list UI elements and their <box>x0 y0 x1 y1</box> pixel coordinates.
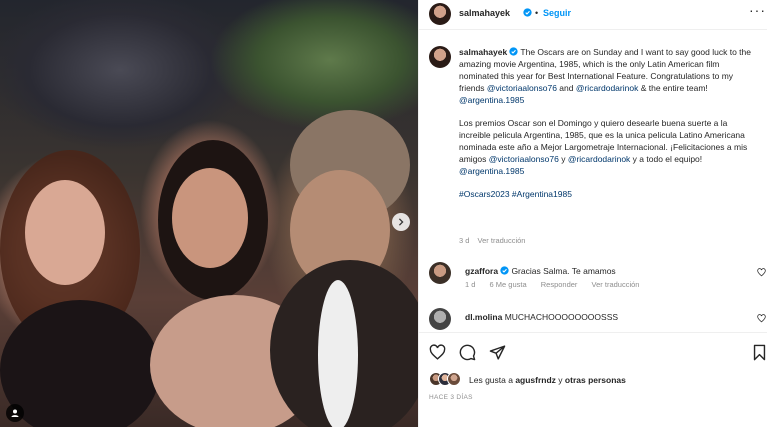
liker-avatar[interactable] <box>447 372 461 386</box>
follow-button[interactable]: Seguir <box>543 8 571 18</box>
bookmark-icon <box>753 344 766 361</box>
caption-time: 3 d <box>459 236 470 245</box>
photo-person-right-shirt <box>318 280 358 427</box>
caption-text: salmahayek The Oscars are on Sunday and … <box>459 46 759 200</box>
caption-paragraph-es: Los premios Oscar son el Domingo y quier… <box>459 117 759 177</box>
post-actions-bar <box>419 332 767 372</box>
caption-en-text-2: and <box>556 83 576 93</box>
likes-text: Les gusta a agusfrndz y otras personas <box>469 375 626 385</box>
mention-link[interactable]: @argentina.1985 <box>459 95 524 105</box>
heart-icon[interactable] <box>757 314 766 323</box>
author-username[interactable]: salmahayek <box>459 8 510 18</box>
comment-icon <box>459 344 476 361</box>
comment-item: gzaffora Gracias Salma. Te amamos 1 d 6 … <box>429 262 766 292</box>
verified-badge-icon <box>500 266 509 275</box>
caption-meta: 3 d Ver traducción <box>459 236 525 245</box>
heart-icon[interactable] <box>757 268 766 277</box>
comment-likes[interactable]: 6 Me gusta <box>490 280 527 289</box>
more-options-icon[interactable]: ··· <box>749 3 766 17</box>
comment-body: MUCHACHOOOOOOOOSSS <box>504 312 619 322</box>
comment-text: dl.molina MUCHACHOOOOOOOOSSS <box>465 312 618 322</box>
caption-translate-link[interactable]: Ver traducción <box>478 236 526 245</box>
likes-others-link[interactable]: otras personas <box>565 375 626 385</box>
comment-text: gzaffora Gracias Salma. Te amamos <box>465 266 616 276</box>
verified-badge-icon <box>523 8 532 17</box>
caption-avatar[interactable] <box>429 46 451 68</box>
share-icon <box>489 345 506 360</box>
comment-meta: 1 d 6 Me gusta Responder Ver traducción <box>465 280 651 289</box>
like-button[interactable] <box>429 344 446 361</box>
heart-icon <box>429 344 446 360</box>
mention-link[interactable]: @victoriaalonso76 <box>489 154 559 164</box>
post-side-panel: salmahayek • Seguir ··· salmahayek The O… <box>418 0 767 427</box>
liker-username[interactable]: agusfrndz <box>515 375 556 385</box>
commenter-avatar[interactable] <box>429 262 451 284</box>
comment-time: 1 d <box>465 280 476 289</box>
comment-reply-button[interactable]: Responder <box>541 280 578 289</box>
header-separator: • <box>535 8 539 18</box>
mention-link[interactable]: @ricardodarinok <box>568 154 631 164</box>
chevron-right-icon <box>398 218 404 226</box>
photo-person-left-dress <box>0 300 160 427</box>
mention-link[interactable]: @victoriaalonso76 <box>487 83 557 93</box>
likes-middle: y <box>555 375 565 385</box>
photo-person-center-face <box>172 168 248 268</box>
caption-username[interactable]: salmahayek <box>459 47 507 57</box>
likes-prefix: Les gusta a <box>469 375 516 385</box>
share-button[interactable] <box>489 344 506 361</box>
caption-hashtags[interactable]: #Oscars2023 #Argentina1985 <box>459 188 759 200</box>
commenter-avatar[interactable] <box>429 308 451 330</box>
caption-en-text-3: & the entire team! <box>638 83 708 93</box>
commenter-username[interactable]: dl.molina <box>465 312 502 322</box>
commenter-username[interactable]: gzaffora <box>465 266 498 276</box>
tagged-users-button[interactable] <box>6 404 24 422</box>
comment-translate-link[interactable]: Ver traducción <box>592 280 640 289</box>
photo-person-left-face <box>25 180 105 285</box>
post-photo[interactable] <box>0 0 418 427</box>
caption-es-text-3: y a todo el equipo! <box>630 154 703 164</box>
author-avatar[interactable] <box>429 3 451 25</box>
verified-badge-icon <box>509 47 518 56</box>
comment-button[interactable] <box>459 344 476 361</box>
mention-link[interactable]: @ricardodarinok <box>576 83 639 93</box>
likes-summary: Les gusta a agusfrndz y otras personas <box>429 372 759 388</box>
post-header: salmahayek • Seguir ··· <box>419 0 767 30</box>
tag-user-icon <box>11 409 19 417</box>
carousel-next-button[interactable] <box>392 213 410 231</box>
save-button[interactable] <box>751 344 767 361</box>
comment-body: Gracias Salma. Te amamos <box>511 266 616 276</box>
post-timestamp[interactable]: HACE 3 DÍAS <box>429 394 473 401</box>
caption-es-text-2: y <box>558 154 568 164</box>
mention-link[interactable]: @argentina.1985 <box>459 166 524 176</box>
caption-paragraph-en: salmahayek The Oscars are on Sunday and … <box>459 46 759 106</box>
instagram-post: salmahayek • Seguir ··· salmahayek The O… <box>0 0 767 427</box>
